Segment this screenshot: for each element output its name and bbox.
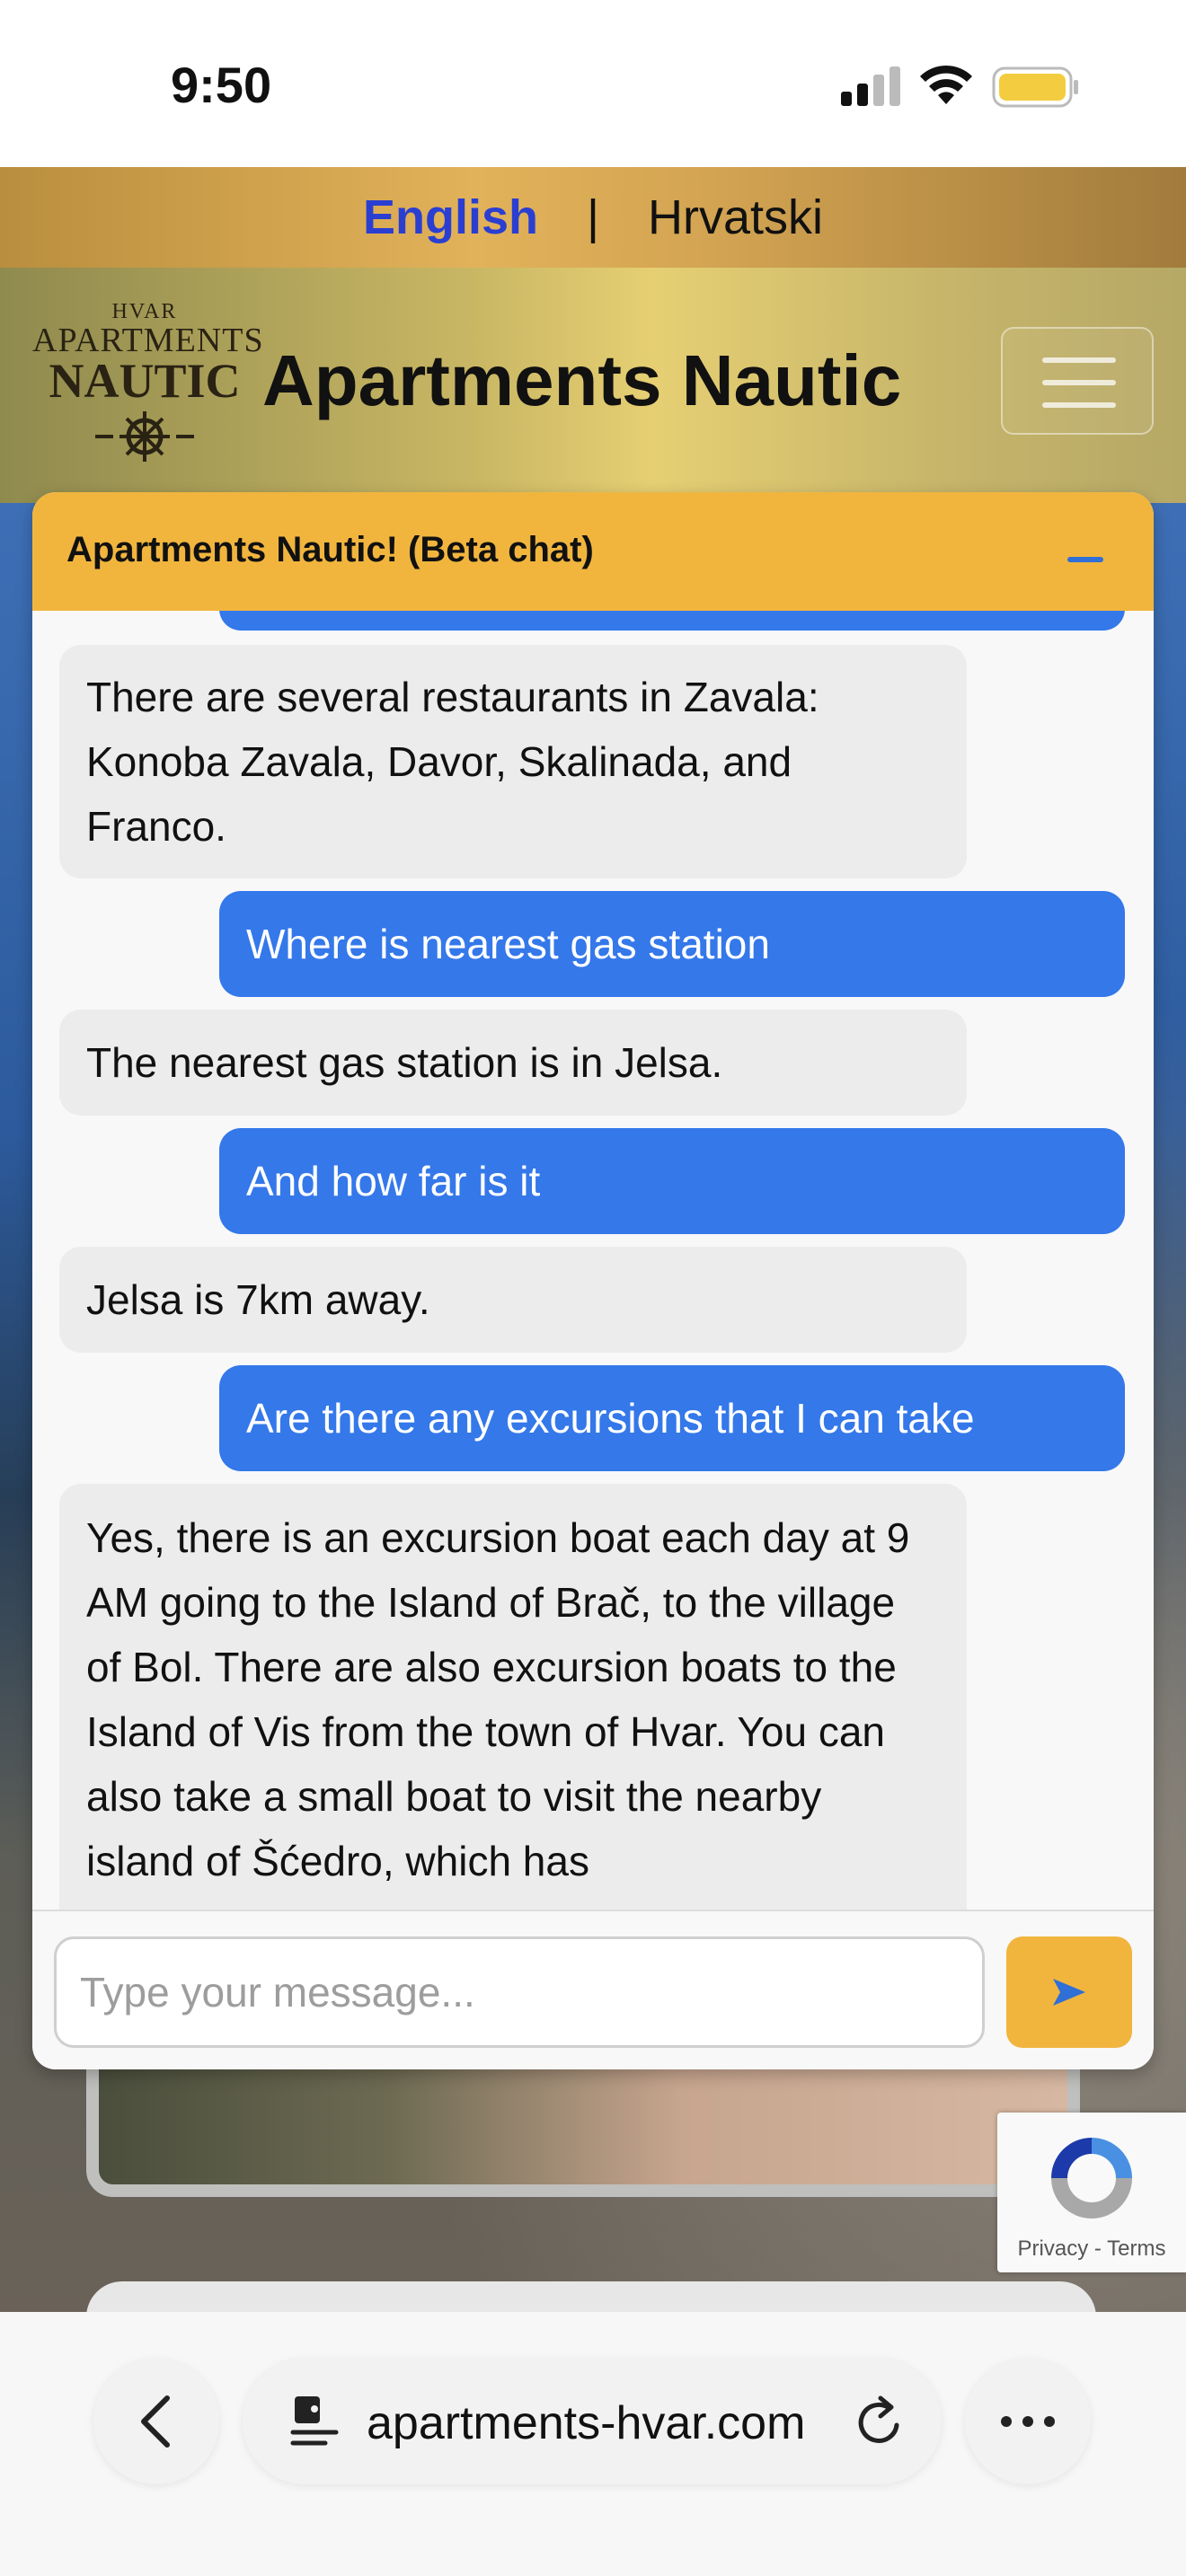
logo-line-nautic: NAUTIC: [49, 354, 241, 408]
chat-title: Apartments Nautic! (Beta chat): [66, 530, 594, 569]
hamburger-menu-button[interactable]: [1001, 327, 1154, 435]
url-text: apartments-hvar.com: [367, 2397, 806, 2449]
chat-header[interactable]: Apartments Nautic! (Beta chat): [32, 492, 1154, 611]
recaptcha-badge[interactable]: Privacy - Terms: [997, 2113, 1186, 2272]
chat-message-bot: There are several restaurants in Zavala:…: [59, 645, 967, 878]
reload-icon[interactable]: [854, 2393, 907, 2450]
address-bar[interactable]: apartments-hvar.com: [243, 2359, 942, 2484]
minimize-icon[interactable]: [1067, 557, 1103, 562]
chat-input-row: [32, 1910, 1154, 2069]
language-croatian-link[interactable]: Hrvatski: [648, 190, 823, 245]
battery-icon: [992, 66, 1078, 108]
status-bar: 9:50: [0, 0, 1186, 167]
language-english-link[interactable]: English: [363, 190, 538, 245]
chat-message-bot: Jelsa is 7km away.: [59, 1247, 967, 1353]
site-logo[interactable]: HVAR APARTMENTS NAUTIC: [32, 300, 264, 462]
more-dot-icon: [1001, 2416, 1012, 2427]
recaptcha-links: Privacy - Terms: [997, 2236, 1186, 2262]
chat-message-user: Are there any excursions that I can take: [219, 1365, 1125, 1471]
chat-widget: Apartments Nautic! (Beta chat) There are…: [32, 492, 1154, 2069]
more-dot-icon: [1044, 2416, 1055, 2427]
wifi-icon: [920, 65, 972, 104]
cellular-signal-icon: [841, 66, 900, 106]
chat-message-user-partial: [219, 611, 1125, 631]
page-settings-icon: [290, 2396, 339, 2446]
language-bar: English | Hrvatski: [0, 167, 1186, 268]
menu-line-icon: [1042, 380, 1116, 385]
menu-line-icon: [1042, 402, 1116, 408]
language-separator: |: [586, 190, 600, 244]
recaptcha-terms-link[interactable]: Terms: [1107, 2236, 1165, 2261]
logo-line-apartments: APARTMENTS: [32, 322, 264, 359]
chat-message-input[interactable]: [54, 1936, 985, 2048]
ship-wheel-icon: [95, 411, 194, 462]
recaptcha-separator: -: [1093, 2236, 1102, 2261]
menu-line-icon: [1042, 357, 1116, 363]
more-dot-icon: [1022, 2416, 1033, 2427]
chat-messages[interactable]: There are several restaurants in Zavala:…: [32, 611, 1154, 1910]
status-time: 9:50: [171, 57, 272, 113]
send-button[interactable]: [1006, 1936, 1132, 2048]
site-header: HVAR APARTMENTS NAUTIC Apartments Nautic: [0, 268, 1186, 503]
chat-message-bot: Yes, there is an excursion boat each day…: [59, 1484, 967, 1910]
chevron-left-icon: [141, 2395, 170, 2448]
site-title[interactable]: Apartments Nautic: [262, 340, 901, 422]
back-button[interactable]: [93, 2359, 219, 2484]
send-arrow-icon: [1053, 1979, 1085, 2006]
recaptcha-logo-icon: [1051, 2138, 1132, 2219]
chat-message-bot: The nearest gas station is in Jelsa.: [59, 1010, 967, 1116]
chat-message-user: And how far is it: [219, 1128, 1125, 1234]
more-options-button[interactable]: [965, 2359, 1091, 2484]
logo-line-hvar: HVAR: [111, 300, 178, 323]
browser-toolbar: apartments-hvar.com: [0, 2312, 1186, 2576]
chat-message-user: Where is nearest gas station: [219, 891, 1125, 997]
recaptcha-privacy-link[interactable]: Privacy: [1018, 2236, 1089, 2261]
